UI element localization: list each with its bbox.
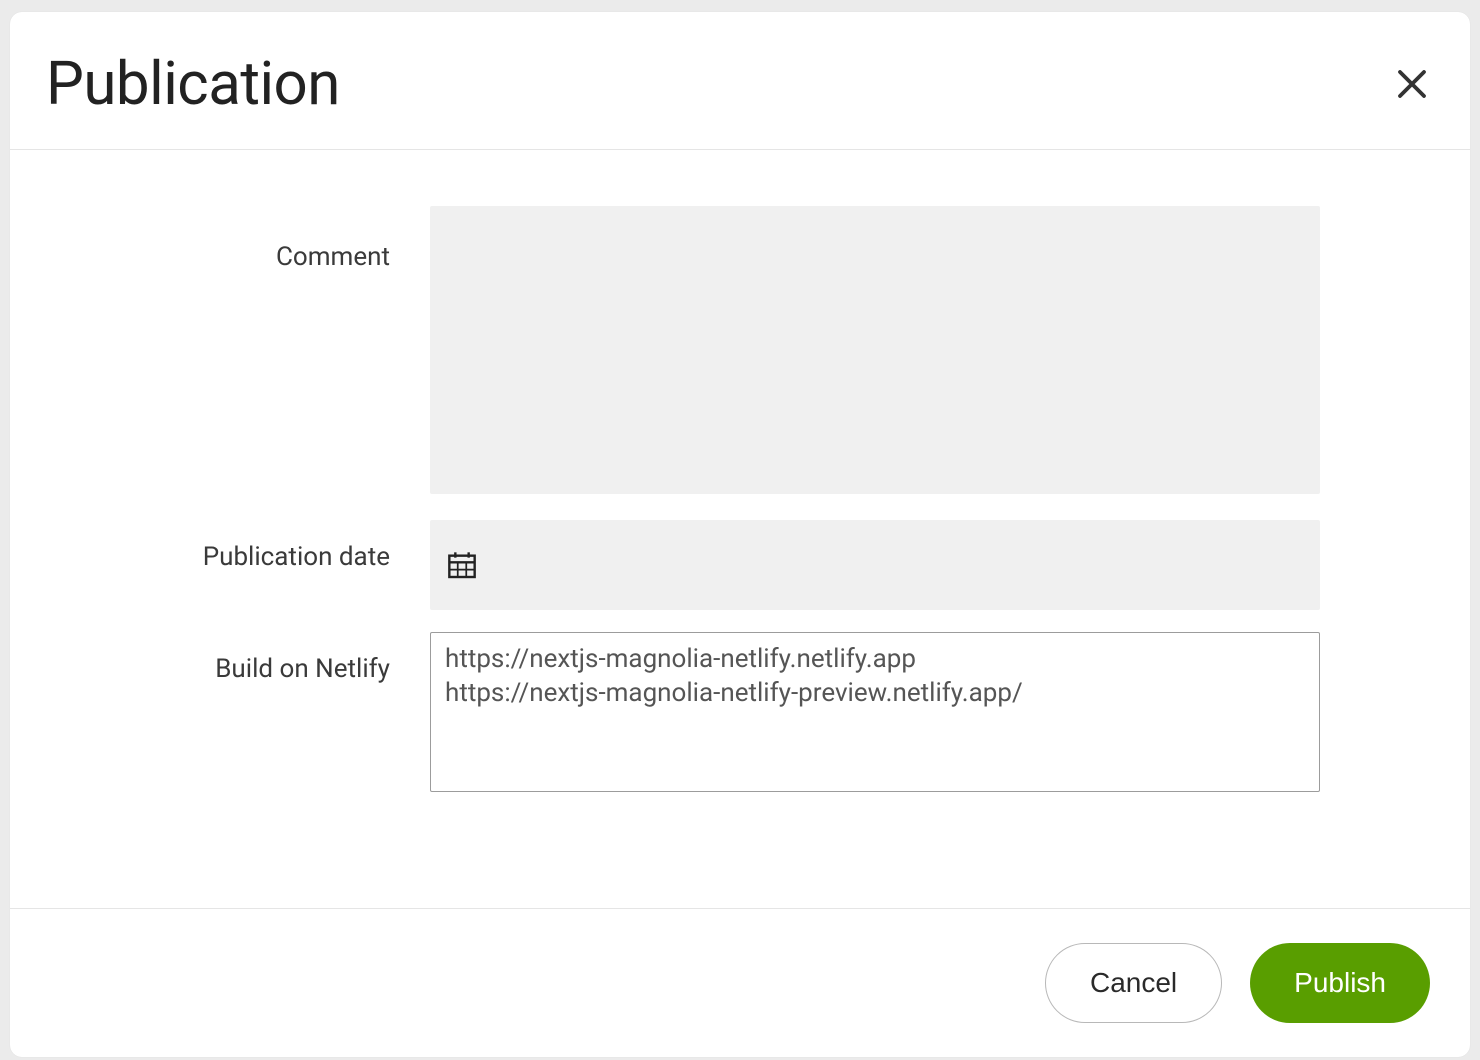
form-row-build-netlify: Build on Netlify xyxy=(70,632,1320,796)
publication-date-input[interactable] xyxy=(430,520,1320,610)
cancel-button[interactable]: Cancel xyxy=(1045,943,1222,1023)
close-button[interactable] xyxy=(1392,64,1432,104)
publication-date-label: Publication date xyxy=(70,520,430,610)
comment-label: Comment xyxy=(70,206,430,498)
publication-dialog: Publication Comment Publication date xyxy=(10,12,1470,1057)
build-netlify-label: Build on Netlify xyxy=(70,632,430,796)
comment-input[interactable] xyxy=(430,206,1320,494)
dialog-body: Comment Publication date xyxy=(10,150,1470,908)
dialog-header: Publication xyxy=(10,12,1470,150)
dialog-title: Publication xyxy=(46,48,340,119)
form-row-publication-date: Publication date xyxy=(70,520,1320,610)
form-row-comment: Comment xyxy=(70,206,1320,498)
dialog-footer: Cancel Publish xyxy=(10,908,1470,1057)
close-icon xyxy=(1394,66,1430,102)
publish-button[interactable]: Publish xyxy=(1250,943,1430,1023)
calendar-icon xyxy=(446,549,478,581)
build-netlify-input[interactable] xyxy=(430,632,1320,792)
